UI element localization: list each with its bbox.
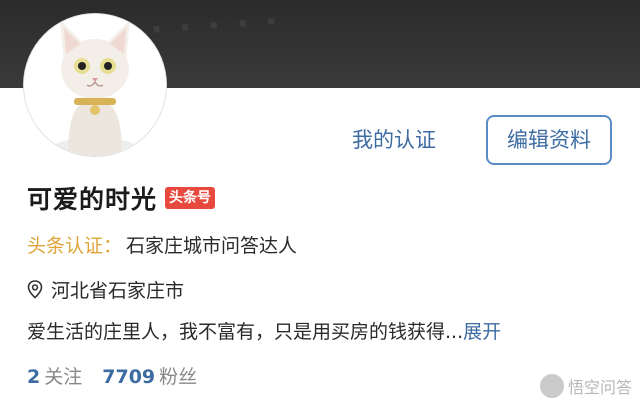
location-text: 河北省石家庄市 [51, 279, 185, 302]
certification-row: 头条认证： 石家庄城市问答达人 [27, 230, 297, 262]
profile-name: 可爱的时光 [27, 185, 158, 214]
name-row: 可爱的时光 头条号 [27, 178, 216, 218]
certification-label: 头条认证： [27, 235, 123, 257]
stats-row: 2 关注 7709 粉丝 [27, 361, 197, 393]
followers-stat[interactable]: 7709 粉丝 [102, 366, 197, 388]
my-verification-button[interactable]: 我的认证 [352, 120, 436, 160]
watermark-text: 悟空问答 [567, 378, 632, 397]
following-label: 关注 [44, 366, 83, 388]
location-pin-icon [25, 279, 45, 299]
bio-expand-link[interactable]: 展开 [463, 321, 501, 343]
wukong-watermark: 悟空问答 [539, 374, 632, 398]
edit-profile-button[interactable]: 编辑资料 [486, 115, 612, 165]
followers-label: 粉丝 [159, 366, 198, 388]
bio-text: 爱生活的庄里人，我不富有，只是用买房的钱获得 [27, 321, 446, 343]
followers-count: 7709 [102, 366, 156, 388]
cover-texture: · · · · · [148, 1, 282, 51]
following-stat[interactable]: 2 关注 [27, 366, 82, 388]
certification-text: 石家庄城市问答达人 [126, 235, 298, 257]
bio-row: 爱生活的庄里人，我不富有，只是用买房的钱获得...展开 [27, 316, 501, 348]
location-row: 河北省石家庄市 [25, 273, 184, 305]
avatar-cat-figurine-image [24, 14, 166, 156]
bio-ellipsis: ... [445, 321, 464, 343]
wukong-logo-icon [539, 374, 564, 398]
toutiao-account-badge: 头条号 [165, 187, 216, 209]
avatar[interactable] [24, 14, 166, 156]
following-count: 2 [27, 366, 41, 388]
